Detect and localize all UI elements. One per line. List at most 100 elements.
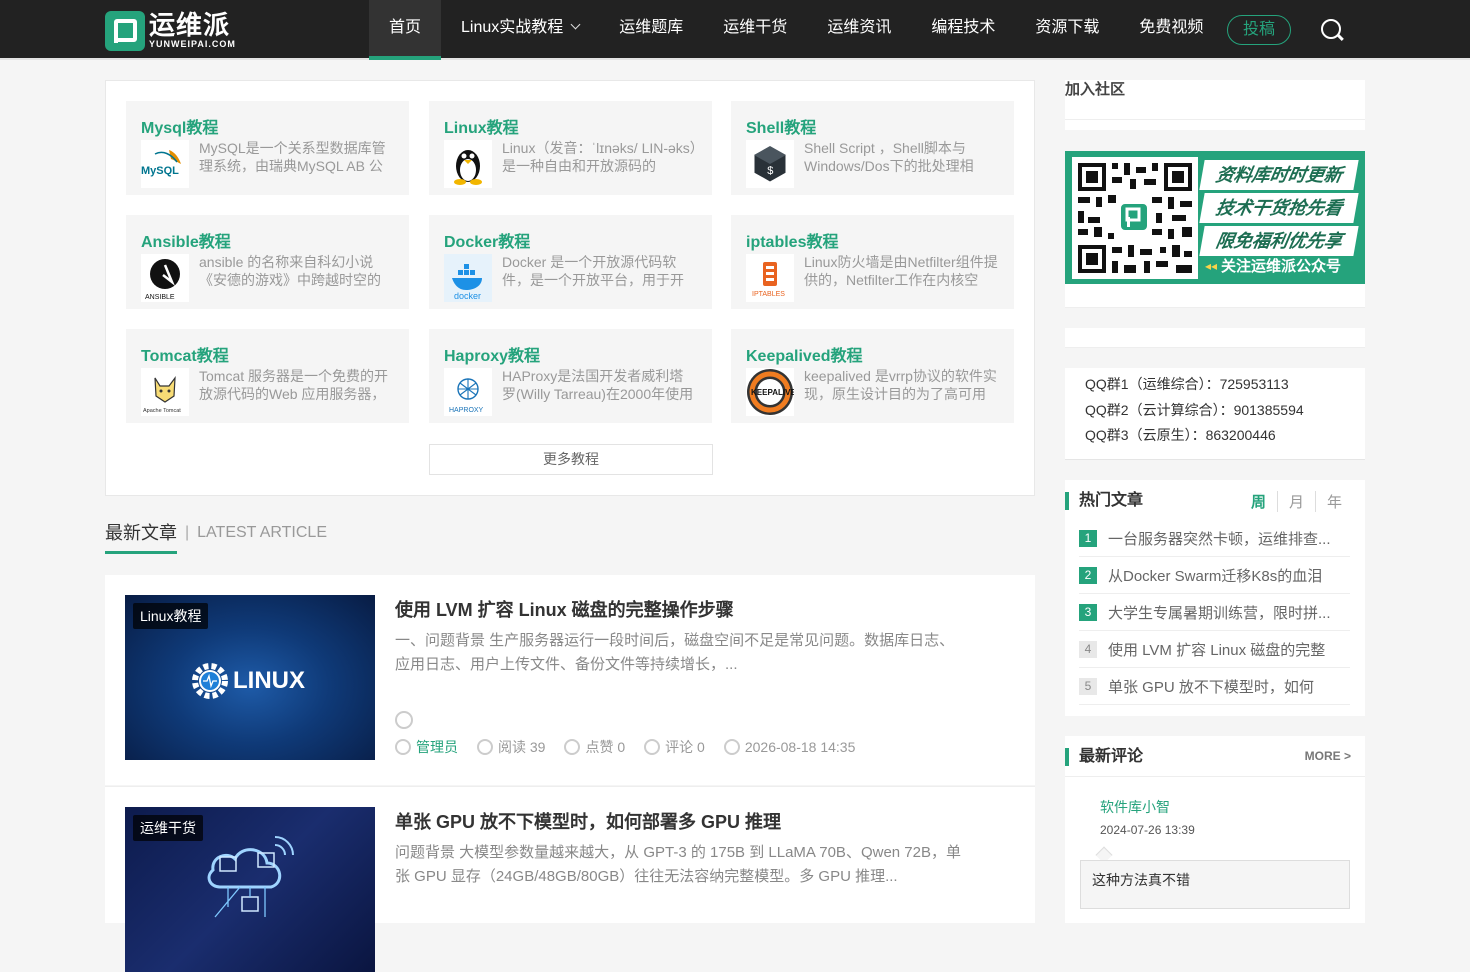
svg-text:MySQL: MySQL <box>141 165 179 177</box>
qq-group-item[interactable]: QQ群2（云计算综合）：901385594 <box>1065 398 1365 424</box>
article-category-badge[interactable]: 运维干货 <box>133 815 203 841</box>
latest-comments-box: 最新评论 MORE > 软件库小智 2024-07-26 13:39 这种方法真… <box>1065 736 1365 923</box>
tomcat-cat-icon: Apache Tomcat <box>141 368 189 416</box>
hot-rank: 1 <box>1079 529 1097 547</box>
qr-follow-label: 关注运维派公众号 <box>1221 258 1342 275</box>
article-author[interactable]: 管理员 <box>416 737 458 757</box>
qq-group-item[interactable]: QQ群1（运维综合）：725953113 <box>1065 372 1365 398</box>
qr-follow-text: ◂◂ 关注运维派公众号 <box>1205 255 1341 276</box>
haproxy-logo-icon: HAPROXY <box>444 368 492 416</box>
tutorial-title: Mysql教程 <box>141 120 219 137</box>
tutorial-card-tomcat[interactable]: Tomcat教程 Apache Tomcat Tomcat 服务器是一个免费的开… <box>126 329 409 423</box>
comment-time: 2024-07-26 13:39 <box>1100 823 1195 837</box>
hot-articles-box: 热门文章 周 月 年 1 一台服务器突然卡顿，运维排查... 2 从Docker S… <box>1065 480 1365 716</box>
nav-item-label: Linux实战教程 <box>461 19 564 36</box>
site-logo[interactable]: 运维派 YUNWEIPAI.COM <box>105 11 236 51</box>
nav-item-programming[interactable]: 编程技术 <box>911 0 1015 60</box>
svg-text:IPTABLES: IPTABLES <box>752 291 785 298</box>
nav-item-home[interactable]: 首页 <box>369 0 442 60</box>
nav-item-linux-tutorials[interactable]: Linux实战教程 <box>441 0 599 60</box>
more-tutorials-button[interactable]: 更多教程 <box>429 444 713 475</box>
nav-item-ops-news[interactable]: 运维资讯 <box>807 0 911 60</box>
keepalived-logo-icon: KEEPALIVED <box>746 368 794 416</box>
thumbs-up-icon <box>564 739 581 755</box>
qq-group-item[interactable]: QQ群3（云原生）：863200446 <box>1065 423 1365 449</box>
tutorial-desc: MySQL是一个关系型数据库管理系统，由瑞典MySQL AB 公 <box>199 140 386 174</box>
tutorial-desc: Docker 是一个开放源代码软件，是一个开放平台，用于开 <box>502 254 684 288</box>
search-icon[interactable] <box>1321 19 1341 39</box>
join-community-box: 加入社区 <box>1065 80 1365 120</box>
hot-article-item[interactable]: 1 一台服务器突然卡顿，运维排查... <box>1079 520 1350 557</box>
article-title[interactable]: 使用 LVM 扩容 Linux 磁盘的完整操作步骤 <box>395 596 734 622</box>
section-title-cn: 最新文章 <box>105 520 177 554</box>
hot-rank: 4 <box>1079 640 1097 658</box>
article-category-badge[interactable]: Linux教程 <box>133 603 209 629</box>
nav-item-ops-articles[interactable]: 运维干货 <box>703 0 807 60</box>
tutorial-desc: Tomcat 服务器是一个免费的开放源代码的Web 应用服务器， <box>199 368 389 402</box>
article-thumbnail[interactable]: LINUX Linux教程 <box>125 595 375 760</box>
tab-year[interactable]: 年 <box>1314 491 1353 512</box>
tab-week[interactable]: 周 <box>1240 491 1277 512</box>
docker-whale-icon: docker <box>444 254 492 302</box>
main-nav: 首页 Linux实战教程 运维题库 运维干货 运维资讯 编程技术 资源下载 免费… <box>369 0 1223 60</box>
hot-period-tabs: 周 月 年 <box>1240 491 1353 512</box>
nav-item-question-bank[interactable]: 运维题库 <box>599 0 703 60</box>
tux-penguin-icon <box>444 140 492 188</box>
qr-slogan: 资料库时时更新 <box>1199 160 1359 190</box>
tutorial-title: iptables教程 <box>746 234 839 251</box>
tutorial-card-linux[interactable]: Linux教程 Linux（发音：ˈlɪnəks/ LIN-əks）是一种自由和… <box>429 101 712 195</box>
tutorial-card-keepalived[interactable]: Keepalived教程 KEEPALIVED keepalived 是vrrp… <box>731 329 1014 423</box>
hot-article-title: 从Docker Swarm迁移K8s的血泪 <box>1108 567 1323 585</box>
qr-slogan: 限免福利优先享 <box>1199 226 1359 256</box>
comment-text[interactable]: 这种方法真不错 <box>1080 860 1350 909</box>
tutorial-card-haproxy[interactable]: Haproxy教程 HAPROXY HAProxy是法国开发者威利塔罗(Will… <box>429 329 712 423</box>
article-date: 2026-08-18 14:35 <box>744 739 856 755</box>
comments-more-link[interactable]: MORE > <box>1305 749 1351 763</box>
hot-article-item[interactable]: 3 大学生专属暑期训练营，限时拼... <box>1079 594 1350 631</box>
logo-mark-icon <box>105 11 145 51</box>
tutorial-title: Docker教程 <box>444 234 531 251</box>
tutorial-card-iptables[interactable]: iptables教程 IPTABLES Linux防火墙是由Netfilter组… <box>731 215 1014 309</box>
hot-rank: 5 <box>1079 677 1097 695</box>
tutorial-card-ansible[interactable]: Ansible教程 ANSIBLE ansible 的名称来自科幻小说《安德的游… <box>126 215 409 309</box>
tutorial-card-mysql[interactable]: Mysql教程 MySQL MySQL是一个关系型数据库管理系统，由瑞典MySQ… <box>126 101 409 195</box>
tab-month[interactable]: 月 <box>1276 491 1315 512</box>
article-meta: 管理员 阅读 39 点赞 0 评论 0 2026-08-18 14:35 <box>395 737 874 757</box>
hot-article-item[interactable]: 4 使用 LVM 扩容 Linux 磁盘的完整 <box>1079 631 1350 668</box>
tutorial-title: Keepalived教程 <box>746 348 863 365</box>
article-likes: 点赞 0 <box>585 739 626 755</box>
svg-text:Apache Tomcat: Apache Tomcat <box>143 408 181 414</box>
nav-item-downloads[interactable]: 资源下载 <box>1015 0 1119 60</box>
comment-user[interactable]: 软件库小智 <box>1100 797 1170 817</box>
article-format-icon <box>395 711 413 729</box>
wechat-qr-banner[interactable]: 资料库时时更新 技术干货抢先看 限免福利优先享 ◂◂ 关注运维派公众号 <box>1065 151 1365 284</box>
svg-text:$: $ <box>767 166 774 178</box>
svg-text:docker: docker <box>454 291 481 301</box>
tutorial-desc: Shell Script ，Shell脚本与Windows/Dos下的批处理相 <box>804 140 974 174</box>
join-community-title: 加入社区 <box>1065 81 1126 98</box>
sidebar-empty-box <box>1065 328 1365 348</box>
hot-article-title: 单张 GPU 放不下模型时，如何 <box>1108 678 1314 696</box>
tutorial-title: Linux教程 <box>444 120 519 137</box>
shell-terminal-icon: $ <box>746 140 794 188</box>
tutorial-desc: keepalived 是vrrp协议的软件实现，原生设计目的为了高可用 <box>804 368 997 402</box>
tutorial-title: Tomcat教程 <box>141 348 229 365</box>
tutorial-card-shell[interactable]: Shell教程 $ Shell Script ，Shell脚本与Windows/… <box>731 101 1014 195</box>
mysql-logo-icon: MySQL <box>141 140 189 188</box>
article-title[interactable]: 单张 GPU 放不下模型时，如何部署多 GPU 推理 <box>395 808 781 834</box>
hot-article-item[interactable]: 5 单张 GPU 放不下模型时，如何 <box>1079 668 1350 705</box>
nav-item-free-videos[interactable]: 免费视频 <box>1119 0 1223 60</box>
logo-name-cn: 运维派 <box>149 10 231 40</box>
sidebar-divider-box <box>1065 284 1365 308</box>
article-thumbnail[interactable]: 运维干货 <box>125 807 375 972</box>
article-card[interactable]: LINUX Linux教程 使用 LVM 扩容 Linux 磁盘的完整操作步骤 … <box>105 575 1035 785</box>
tutorial-card-docker[interactable]: Docker教程 docker Docker 是一个开放源代码软件，是一个开放平… <box>429 215 712 309</box>
qq-groups-box: QQ群1（运维综合）：725953113 QQ群2（云计算综合）：9013855… <box>1065 368 1365 460</box>
submit-article-button[interactable]: 投稿 <box>1227 15 1291 45</box>
iptables-firewall-icon: IPTABLES <box>746 254 794 302</box>
sidebar-spacer <box>1065 120 1365 130</box>
article-card[interactable]: 运维干货 单张 GPU 放不下模型时，如何部署多 GPU 推理 问题背景 大模型… <box>105 786 1035 972</box>
hot-rank: 2 <box>1079 566 1097 584</box>
hot-article-item[interactable]: 2 从Docker Swarm迁移K8s的血泪 <box>1079 557 1350 594</box>
section-title-en: LATEST ARTICLE <box>197 524 327 541</box>
